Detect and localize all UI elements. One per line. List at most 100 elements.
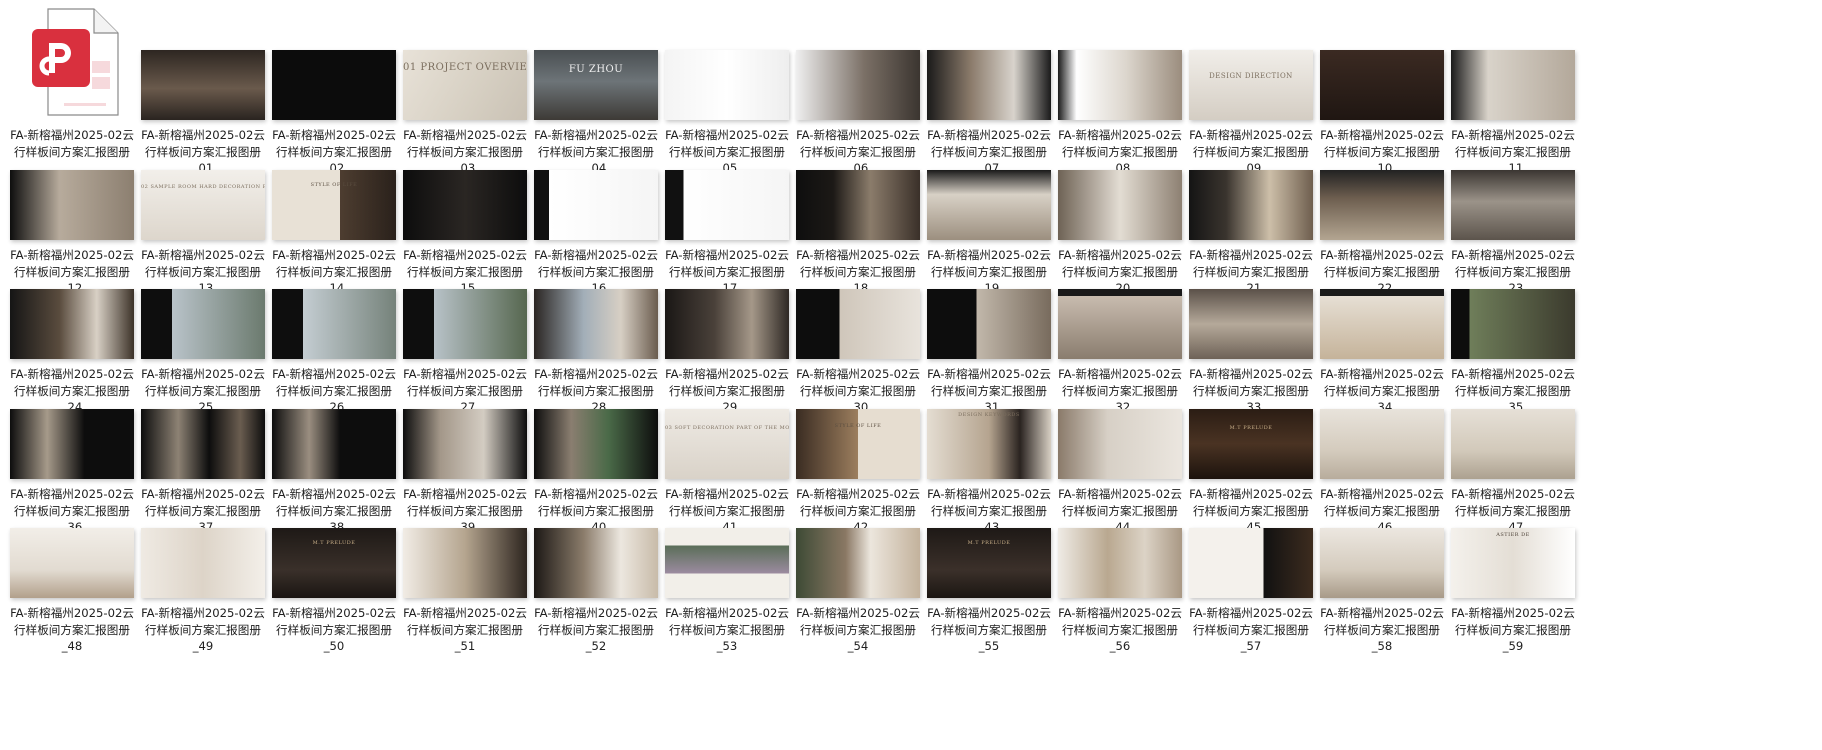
image-file-item[interactable]: FA-新榕福州2025-02云 行样板间方案汇报图册 _44 (1034, 400, 1186, 536)
image-file-item[interactable]: STYLE OF LIFE FA-新榕福州2025-02云 行样板间方案汇报图册 _1… (248, 161, 400, 297)
image-thumbnail (1058, 170, 1182, 240)
image-file-item[interactable]: FA-新榕福州2025-02云 行样板间方案汇报图册 _15 (379, 161, 531, 297)
image-file-item[interactable]: DESIGN DIRECTION FA-新榕福州2025-02云 行样板间方案汇报图… (1165, 41, 1317, 177)
image-file-item[interactable]: FA-新榕福州2025-02云 行样板间方案汇报图册 _18 (772, 161, 924, 297)
image-file-item[interactable]: FA-新榕福州2025-02云 行样板间方案汇报图册 _35 (1427, 280, 1579, 416)
image-thumbnail (403, 170, 527, 240)
image-file-item[interactable]: FA-新榕福州2025-02云 行样板间方案汇报图册 _38 (248, 400, 400, 536)
image-thumbnail (141, 409, 265, 479)
image-file-item[interactable]: FA-新榕福州2025-02云 行样板间方案汇报图册 _08 (1034, 41, 1186, 177)
image-thumbnail (272, 289, 396, 359)
file-name-label: FA-新榕福州2025-02云 行样板间方案汇报图册 _59 (1427, 605, 1599, 655)
image-file-item[interactable]: FA-新榕福州2025-02云 行样板间方案汇报图册 _33 (1165, 280, 1317, 416)
image-file-item[interactable]: 02 SAMPLE ROOM HARD DECORATION PLANFA-新榕… (117, 161, 269, 297)
file-explorer-grid: FA-新榕福州2025-02云 行样板间方案汇报图册 FA-新榕福州2025-02云… (0, 0, 1822, 750)
image-file-item[interactable]: FA-新榕福州2025-02云 行样板间方案汇报图册 _27 (379, 280, 531, 416)
image-thumbnail: M.T PRELUDE (272, 528, 396, 598)
image-file-item[interactable]: FA-新榕福州2025-02云 行样板间方案汇报图册 _11 (1427, 41, 1579, 177)
image-file-item[interactable]: STYLE OF LIFE FA-新榕福州2025-02云 行样板间方案汇报图册 _4… (772, 400, 924, 536)
thumbnail-caption: ASTIER DE (1496, 532, 1530, 538)
thumbnail-caption: DESIGN KEYWORDS (958, 412, 1020, 418)
image-thumbnail (1058, 528, 1182, 598)
image-thumbnail (10, 289, 134, 359)
image-thumbnail (665, 170, 789, 240)
image-thumbnail (1189, 528, 1313, 598)
image-file-item[interactable]: FA-新榕福州2025-02云 行样板间方案汇报图册 _21 (1165, 161, 1317, 297)
thumbnail-caption: STYLE OF LIFE (310, 182, 358, 188)
file-name-line-2: 行样板间方案汇报图册 (1455, 264, 1571, 279)
image-file-item[interactable]: FA-新榕福州2025-02云 行样板间方案汇报图册 _22 (1296, 161, 1448, 297)
thumbnail-caption: 02 SAMPLE ROOM HARD DECORATION PLAN (141, 184, 265, 190)
image-file-item[interactable]: FA-新榕福州2025-02云 行样板间方案汇报图册 _20 (1034, 161, 1186, 297)
pdf-file-icon (14, 7, 124, 127)
image-thumbnail: M.T PRELUDE (1189, 409, 1313, 479)
image-file-item[interactable]: FA-新榕福州2025-02云 行样板间方案汇报图册 _19 (903, 161, 1055, 297)
image-thumbnail (1320, 170, 1444, 240)
image-file-item[interactable]: FA-新榕福州2025-02云 行样板间方案汇报图册 _26 (248, 280, 400, 416)
image-thumbnail (534, 528, 658, 598)
image-file-item[interactable]: FA-新榕福州2025-02云 行样板间方案汇报图册 _37 (117, 400, 269, 536)
file-name-line-1: FA-新榕福州2025-02云 (1451, 367, 1575, 381)
image-thumbnail (1058, 289, 1182, 359)
image-thumbnail: M.T PRELUDE (927, 528, 1051, 598)
image-file-item[interactable]: FA-新榕福州2025-02云 行样板间方案汇报图册 _57 (1165, 519, 1317, 655)
image-file-item[interactable]: 01 PROJECT OVERVIEW FA-新榕福州2025-02云 行样板间方案… (379, 41, 531, 177)
image-thumbnail (796, 528, 920, 598)
image-thumbnail (10, 528, 134, 598)
image-thumbnail: ASTIER DE (1451, 528, 1575, 598)
image-file-item[interactable]: FA-新榕福州2025-02云 行样板间方案汇报图册 _06 (772, 41, 924, 177)
image-file-item[interactable]: ASTIER DE FA-新榕福州2025-02云 行样板间方案汇报图册 _59 (1427, 519, 1579, 655)
image-file-item[interactable]: FA-新榕福州2025-02云 行样板间方案汇报图册 _34 (1296, 280, 1448, 416)
image-file-item[interactable]: FA-新榕福州2025-02云 行样板间方案汇报图册 _49 (117, 519, 269, 655)
image-file-item[interactable]: FA-新榕福州2025-02云 行样板间方案汇报图册 _52 (510, 519, 662, 655)
image-file-item[interactable]: FA-新榕福州2025-02云 行样板间方案汇报图册 _01 (117, 41, 269, 177)
image-thumbnail: 02 SAMPLE ROOM HARD DECORATION PLAN (141, 170, 265, 240)
image-file-item[interactable]: FU ZHOU FA-新榕福州2025-02云 行样板间方案汇报图册 _04 (510, 41, 662, 177)
image-thumbnail (1189, 170, 1313, 240)
image-thumbnail (1320, 528, 1444, 598)
image-file-item[interactable]: FA-新榕福州2025-02云 行样板间方案汇报图册 _07 (903, 41, 1055, 177)
image-thumbnail (796, 289, 920, 359)
image-file-item[interactable]: M.T PRELUDE FA-新榕福州2025-02云 行样板间方案汇报图册 _45 (1165, 400, 1317, 536)
image-file-item[interactable]: FA-新榕福州2025-02云 行样板间方案汇报图册 _02 (248, 41, 400, 177)
image-file-item[interactable]: M.T PRELUDE FA-新榕福州2025-02云 行样板间方案汇报图册 _55 (903, 519, 1055, 655)
image-thumbnail: 03 SOFT DECORATION PART OF THE MODEL ROO… (665, 409, 789, 479)
image-thumbnail: STYLE OF LIFE (796, 409, 920, 479)
image-thumbnail (1451, 409, 1575, 479)
image-thumbnail (927, 50, 1051, 120)
image-file-item[interactable]: FA-新榕福州2025-02云 行样板间方案汇报图册 _56 (1034, 519, 1186, 655)
image-file-item[interactable]: FA-新榕福州2025-02云 行样板间方案汇报图册 _58 (1296, 519, 1448, 655)
image-thumbnail (1320, 289, 1444, 359)
thumbnail-caption: DESIGN DIRECTION (1209, 72, 1293, 80)
image-thumbnail (403, 409, 527, 479)
image-thumbnail (141, 528, 265, 598)
image-file-item[interactable]: M.T PRELUDE FA-新榕福州2025-02云 行样板间方案汇报图册 _50 (248, 519, 400, 655)
image-file-item[interactable]: FA-新榕福州2025-02云 行样板间方案汇报图册 _53 (641, 519, 793, 655)
image-file-item[interactable]: FA-新榕福州2025-02云 行样板间方案汇报图册 _39 (379, 400, 531, 536)
image-file-item[interactable]: FA-新榕福州2025-02云 行样板间方案汇报图册 _46 (1296, 400, 1448, 536)
image-file-item[interactable]: 03 SOFT DECORATION PART OF THE MODEL ROO… (641, 400, 793, 536)
image-file-item[interactable]: FA-新榕福州2025-02云 行样板间方案汇报图册 _32 (1034, 280, 1186, 416)
image-file-item[interactable]: DESIGN KEYWORDS FA-新榕福州2025-02云 行样板间方案汇报图册… (903, 400, 1055, 536)
image-file-item[interactable]: FA-新榕福州2025-02云 行样板间方案汇报图册 _30 (772, 280, 924, 416)
image-file-item[interactable]: FA-新榕福州2025-02云 行样板间方案汇报图册 _17 (641, 161, 793, 297)
image-file-item[interactable]: FA-新榕福州2025-02云 行样板间方案汇报图册 _25 (117, 280, 269, 416)
image-thumbnail: DESIGN KEYWORDS (927, 409, 1051, 479)
image-thumbnail (534, 289, 658, 359)
image-file-item[interactable]: FA-新榕福州2025-02云 行样板间方案汇报图册 _40 (510, 400, 662, 536)
file-name-suffix: _59 (1502, 639, 1524, 653)
image-file-item[interactable]: FA-新榕福州2025-02云 行样板间方案汇报图册 _05 (641, 41, 793, 177)
image-file-item[interactable]: FA-新榕福州2025-02云 行样板间方案汇报图册 _16 (510, 161, 662, 297)
image-file-item[interactable]: FA-新榕福州2025-02云 行样板间方案汇报图册 _51 (379, 519, 531, 655)
image-file-item[interactable]: FA-新榕福州2025-02云 行样板间方案汇报图册 _47 (1427, 400, 1579, 536)
image-thumbnail: DESIGN DIRECTION (1189, 50, 1313, 120)
image-file-item[interactable]: FA-新榕福州2025-02云 行样板间方案汇报图册 _31 (903, 280, 1055, 416)
image-thumbnail (534, 409, 658, 479)
image-thumbnail (272, 409, 396, 479)
image-file-item[interactable]: FA-新榕福州2025-02云 行样板间方案汇报图册 _28 (510, 280, 662, 416)
image-file-item[interactable]: FA-新榕福州2025-02云 行样板间方案汇报图册 _10 (1296, 41, 1448, 177)
image-thumbnail (796, 50, 920, 120)
image-file-item[interactable]: FA-新榕福州2025-02云 行样板间方案汇报图册 _29 (641, 280, 793, 416)
image-file-item[interactable]: FA-新榕福州2025-02云 行样板间方案汇报图册 _54 (772, 519, 924, 655)
image-file-item[interactable]: FA-新榕福州2025-02云 行样板间方案汇报图册 _23 (1427, 161, 1579, 297)
